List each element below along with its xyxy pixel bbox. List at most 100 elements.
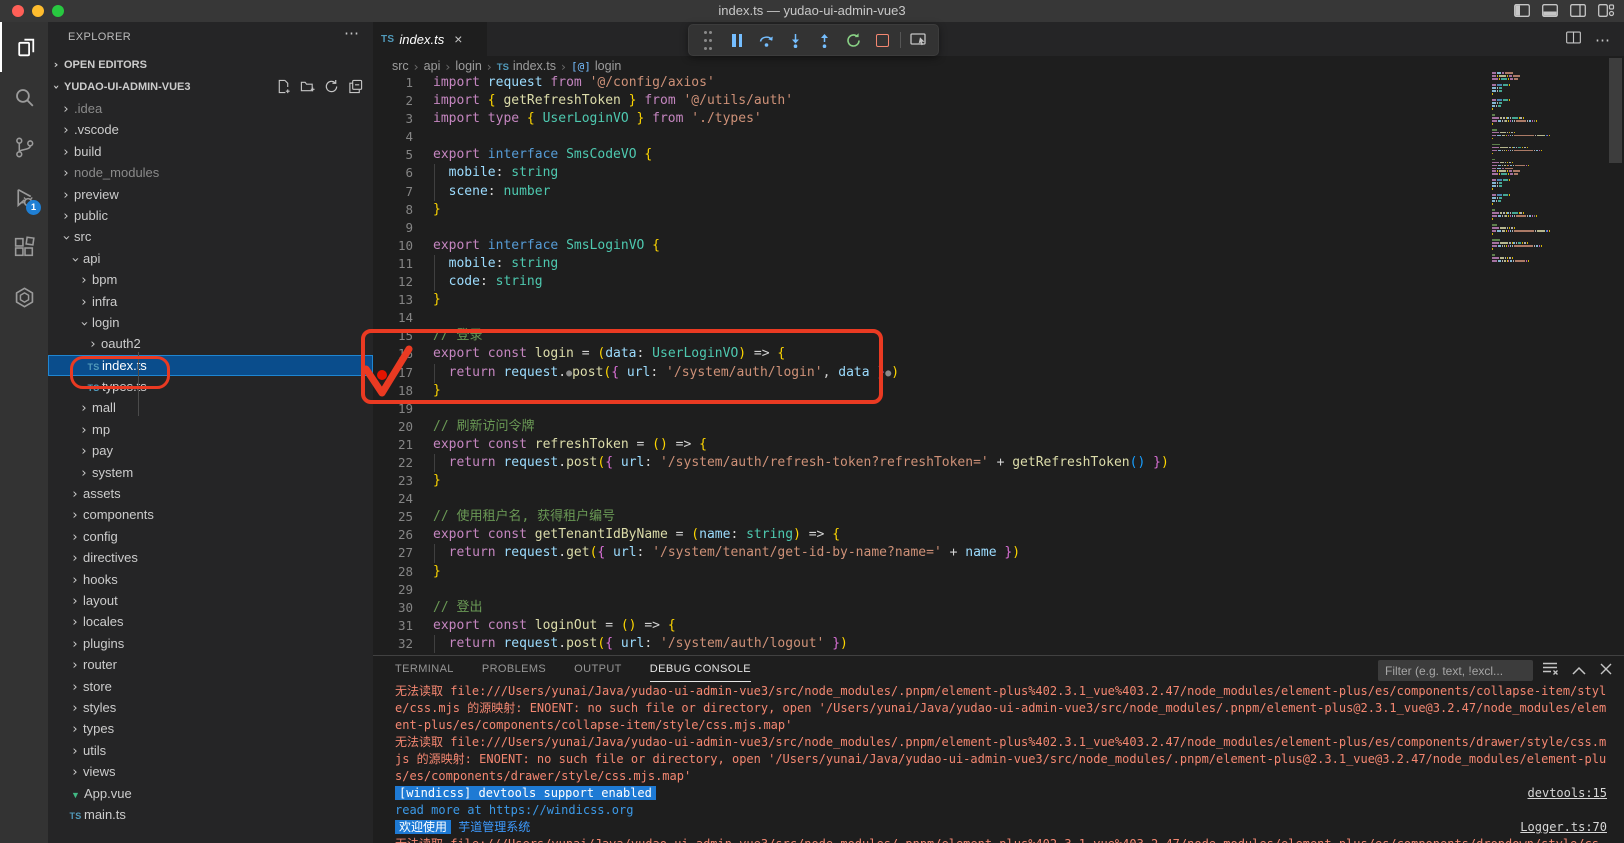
- line-number[interactable]: 28: [373, 563, 413, 581]
- tree-item-types-ts[interactable]: TStypes.ts: [48, 376, 373, 397]
- tree-item-types[interactable]: ›types: [48, 718, 373, 739]
- new-folder-icon[interactable]: [300, 79, 315, 94]
- line-number[interactable]: 8: [373, 201, 413, 219]
- tree-item-bpm[interactable]: ›bpm: [48, 269, 373, 290]
- tree-item-index-ts[interactable]: TSindex.ts: [48, 355, 373, 376]
- tree-item-build[interactable]: ›build: [48, 141, 373, 162]
- tree-item-system[interactable]: ›system: [48, 462, 373, 483]
- line-number[interactable]: 23: [373, 472, 413, 490]
- line-number[interactable]: 10: [373, 237, 413, 255]
- line-number[interactable]: 19: [373, 400, 413, 418]
- restart-icon[interactable]: [842, 29, 864, 51]
- line-number[interactable]: 3: [373, 110, 413, 128]
- panel-tab-problems[interactable]: PROBLEMS: [482, 656, 546, 682]
- line-number[interactable]: 2: [373, 92, 413, 110]
- activity-extensions-icon[interactable]: [0, 222, 48, 272]
- step-out-icon[interactable]: [813, 29, 835, 51]
- panel-tab-terminal[interactable]: TERMINAL: [395, 656, 454, 682]
- line-number[interactable]: 16: [373, 345, 413, 363]
- line-number[interactable]: 29: [373, 581, 413, 599]
- line-number[interactable]: 26: [373, 526, 413, 544]
- clear-console-icon[interactable]: [1542, 661, 1558, 680]
- panel-tab-debug-console[interactable]: DEBUG CONSOLE: [650, 656, 751, 682]
- line-number[interactable]: 27: [373, 544, 413, 562]
- tree-item-plugins[interactable]: ›plugins: [48, 633, 373, 654]
- line-number[interactable]: 13: [373, 291, 413, 309]
- tree-item-preview[interactable]: ›preview: [48, 184, 373, 205]
- line-number[interactable]: 30: [373, 599, 413, 617]
- minimap[interactable]: [1492, 72, 1550, 263]
- source-link-Logger-ts-70[interactable]: Logger.ts:70: [1520, 819, 1607, 836]
- activity-chatgpt-icon[interactable]: [0, 272, 48, 322]
- toggle-secondary-sidebar-icon[interactable]: [1570, 4, 1586, 17]
- stop-icon[interactable]: [871, 29, 893, 51]
- refresh-icon[interactable]: [324, 79, 339, 94]
- tree-item-utils[interactable]: ›utils: [48, 740, 373, 761]
- activity-run-debug-icon[interactable]: 1: [0, 172, 48, 222]
- line-number[interactable]: 12: [373, 273, 413, 291]
- open-editors-section[interactable]: ›OPEN EDITORS: [48, 54, 373, 76]
- source-link-devtools-15[interactable]: devtools:15: [1528, 785, 1607, 802]
- step-over-icon[interactable]: [755, 29, 777, 51]
- breadcrumb-item-index-ts[interactable]: TSindex.ts: [497, 59, 556, 73]
- tree-item-layout[interactable]: ›layout: [48, 590, 373, 611]
- tree-item-directives[interactable]: ›directives: [48, 547, 373, 568]
- line-number[interactable]: 15: [373, 327, 413, 345]
- line-number[interactable]: 7: [373, 183, 413, 201]
- line-number[interactable]: 4: [373, 128, 413, 146]
- pause-icon[interactable]: [726, 29, 748, 51]
- tree-item-login[interactable]: ›login: [48, 312, 373, 333]
- tree-item--idea[interactable]: ›.idea: [48, 98, 373, 119]
- tree-item-node_modules[interactable]: ›node_modules: [48, 162, 373, 183]
- line-number[interactable]: 21: [373, 436, 413, 454]
- line-number[interactable]: 20: [373, 418, 413, 436]
- tree-item-locales[interactable]: ›locales: [48, 611, 373, 632]
- breadcrumb-item-api[interactable]: api: [424, 59, 441, 73]
- line-number[interactable]: 11: [373, 255, 413, 273]
- tree-item-components[interactable]: ›components: [48, 504, 373, 525]
- line-number[interactable]: 6: [373, 164, 413, 182]
- line-number[interactable]: 18: [373, 382, 413, 400]
- line-number[interactable]: 32: [373, 635, 413, 653]
- more-actions-icon[interactable]: ⋯: [344, 24, 359, 42]
- drag-gripper-icon[interactable]: [697, 29, 719, 51]
- tab-index-ts[interactable]: TS index.ts ×: [373, 22, 487, 56]
- tree-item-public[interactable]: ›public: [48, 205, 373, 226]
- tree-item-config[interactable]: ›config: [48, 526, 373, 547]
- collapse-folders-icon[interactable]: [348, 79, 363, 94]
- breakpoint-dot[interactable]: [377, 370, 387, 380]
- editor-scrollbar[interactable]: [1609, 58, 1622, 163]
- tree-item-api[interactable]: ›api: [48, 248, 373, 269]
- activity-source-control-icon[interactable]: [0, 122, 48, 172]
- code-editor[interactable]: 1import request from '@/config/axios'2im…: [373, 74, 1488, 653]
- breadcrumb-item-login[interactable]: login: [455, 59, 481, 73]
- tree-item-store[interactable]: ›store: [48, 676, 373, 697]
- line-number[interactable]: 31: [373, 617, 413, 635]
- activity-explorer-icon[interactable]: [0, 22, 50, 72]
- toggle-sidebar-icon[interactable]: [1514, 4, 1530, 17]
- tree-item-hooks[interactable]: ›hooks: [48, 569, 373, 590]
- line-number[interactable]: 1: [373, 74, 413, 92]
- tree-item-views[interactable]: ›views: [48, 761, 373, 782]
- project-root-section[interactable]: ›YUDAO-UI-ADMIN-VUE3: [48, 76, 373, 98]
- new-file-icon[interactable]: [276, 79, 291, 94]
- editor-more-actions-icon[interactable]: ⋯: [1595, 31, 1610, 49]
- tree-item-router[interactable]: ›router: [48, 654, 373, 675]
- customize-layout-icon[interactable]: [1598, 4, 1614, 17]
- tree-item-mall[interactable]: ›mall: [48, 397, 373, 418]
- tree-item-mp[interactable]: ›mp: [48, 419, 373, 440]
- step-into-icon[interactable]: [784, 29, 806, 51]
- toggle-panel-icon[interactable]: [1542, 4, 1558, 17]
- line-number[interactable]: 9: [373, 219, 413, 237]
- tree-item-pay[interactable]: ›pay: [48, 440, 373, 461]
- line-number[interactable]: 25: [373, 508, 413, 526]
- line-number[interactable]: 14: [373, 309, 413, 327]
- close-tab-icon[interactable]: ×: [454, 31, 462, 47]
- activity-search-icon[interactable]: [0, 72, 48, 122]
- maximize-panel-icon[interactable]: [1572, 662, 1586, 680]
- open-debug-console-icon[interactable]: [908, 29, 930, 51]
- close-panel-icon[interactable]: [1600, 662, 1612, 680]
- breadcrumb-item-login[interactable]: [@]login: [571, 59, 621, 73]
- breadcrumb-item-src[interactable]: src: [392, 59, 409, 73]
- tree-item-assets[interactable]: ›assets: [48, 483, 373, 504]
